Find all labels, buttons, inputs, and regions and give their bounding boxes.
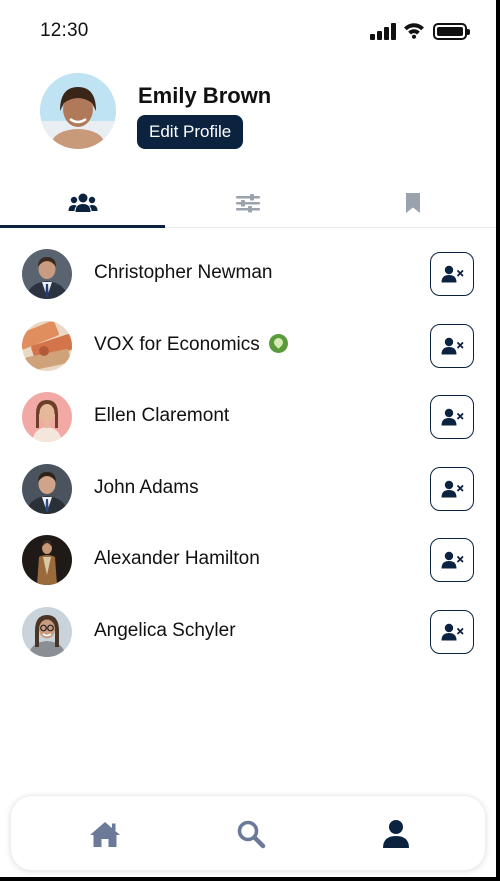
list-item[interactable]: VOX for Economics	[0, 310, 496, 382]
list-item[interactable]: John Adams	[0, 453, 496, 525]
user-remove-icon	[441, 265, 464, 283]
tab-followers[interactable]	[0, 180, 165, 228]
user-remove-icon	[441, 408, 464, 426]
sliders-icon	[235, 194, 260, 213]
edit-profile-button[interactable]: Edit Profile	[137, 115, 244, 149]
app-screen: 12:30 Emily Brown Edit Profile Christoph…	[0, 0, 500, 881]
profile-name: Emily Brown	[138, 83, 272, 108]
bookmark-icon	[405, 193, 420, 213]
remove-follower-button[interactable]	[430, 538, 474, 582]
wifi-icon	[404, 23, 424, 39]
avatar[interactable]	[22, 392, 72, 442]
avatar[interactable]	[22, 464, 72, 514]
search-icon	[237, 820, 266, 849]
profile-avatar[interactable]	[40, 73, 116, 149]
profile-tabs	[0, 180, 496, 228]
remove-follower-button[interactable]	[430, 324, 474, 368]
status-time: 12:30	[40, 20, 89, 41]
remove-follower-button[interactable]	[430, 467, 474, 511]
remove-follower-button[interactable]	[430, 395, 474, 439]
list-item[interactable]: Ellen Claremont	[0, 381, 496, 453]
person-name[interactable]: Angelica Schyler	[94, 620, 236, 642]
nav-search[interactable]	[211, 796, 291, 872]
avatar[interactable]	[22, 321, 72, 371]
remove-follower-button[interactable]	[430, 610, 474, 654]
user-remove-icon	[441, 623, 464, 641]
nav-profile[interactable]	[356, 796, 436, 872]
user-icon	[383, 820, 409, 848]
person-name[interactable]: Ellen Claremont	[94, 405, 229, 427]
user-remove-icon	[441, 480, 464, 498]
cellular-signal-icon	[370, 23, 396, 40]
user-remove-icon	[441, 551, 464, 569]
tab-saved[interactable]	[330, 180, 495, 226]
list-item[interactable]: Alexander Hamilton	[0, 524, 496, 596]
list-item[interactable]: Angelica Schyler	[0, 596, 496, 668]
verified-badge-icon	[268, 334, 288, 353]
person-name[interactable]: Alexander Hamilton	[94, 548, 260, 570]
status-bar: 12:30	[0, 0, 496, 64]
tab-preferences[interactable]	[165, 180, 330, 226]
avatar[interactable]	[22, 535, 72, 585]
nav-home[interactable]	[65, 796, 145, 872]
remove-follower-button[interactable]	[430, 252, 474, 296]
person-name[interactable]: Christopher Newman	[94, 262, 272, 284]
person-name[interactable]: VOX for Economics	[94, 334, 288, 356]
users-icon	[68, 193, 97, 212]
list-item[interactable]: Christopher Newman	[0, 238, 496, 310]
battery-icon	[433, 23, 470, 40]
avatar[interactable]	[22, 607, 72, 657]
person-name[interactable]: John Adams	[94, 477, 199, 499]
bottom-nav	[10, 795, 486, 871]
user-remove-icon	[441, 337, 464, 355]
avatar[interactable]	[22, 249, 72, 299]
home-icon	[90, 822, 120, 847]
